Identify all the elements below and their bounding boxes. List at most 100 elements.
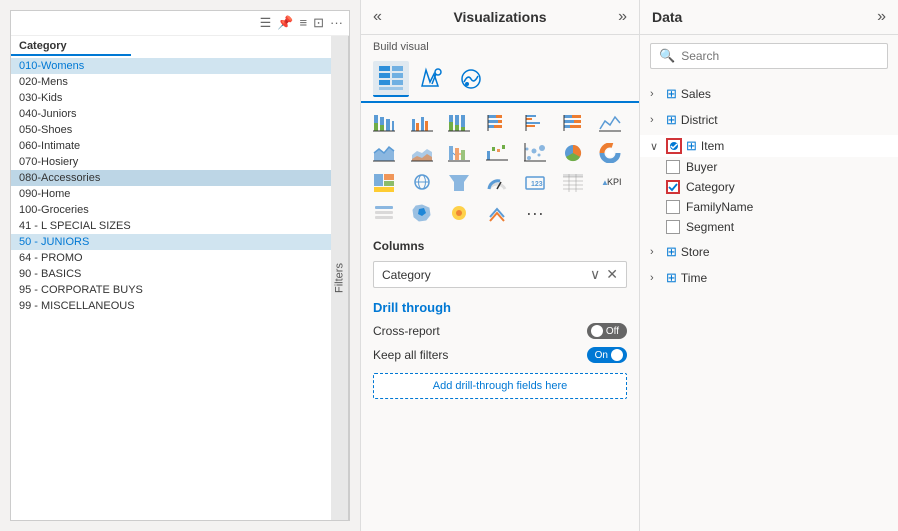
checkbox-familyname[interactable] xyxy=(666,200,680,214)
viz-icon-100-stacked-bar-h[interactable] xyxy=(558,109,588,137)
toolbar-pin-icon[interactable]: 📌 xyxy=(277,15,293,31)
keep-filters-row: Keep all filters On xyxy=(361,343,639,367)
tree-chevron-item: ∨ xyxy=(650,140,662,153)
viz-icon-arrow[interactable] xyxy=(482,199,512,227)
category-item[interactable]: 100-Groceries xyxy=(11,202,331,218)
category-item[interactable]: 090-Home xyxy=(11,186,331,202)
item-checkbox-icon[interactable] xyxy=(666,138,682,154)
viz-category-field[interactable]: Category ∨ ✕ xyxy=(373,261,627,288)
drill-through-label: Drill through xyxy=(361,292,639,319)
viz-panel-title: Visualizations xyxy=(453,9,546,25)
viz-icon-pie[interactable] xyxy=(558,139,588,167)
data-panel-expand-arrow[interactable]: » xyxy=(877,8,886,26)
cross-report-label: Cross-report xyxy=(373,324,440,338)
tree-item-category[interactable]: Category xyxy=(660,177,898,197)
toolbar-expand-icon[interactable]: ⊡ xyxy=(313,15,324,31)
category-item[interactable]: 010-Womens xyxy=(11,58,331,74)
tree-item-familyname[interactable]: FamilyName xyxy=(660,197,898,217)
tree-item-segment[interactable]: Segment xyxy=(660,217,898,237)
checkbox-buyer[interactable] xyxy=(666,160,680,174)
viz-icon-stacked-bar-h[interactable] xyxy=(482,109,512,137)
viz-icon-treemap[interactable] xyxy=(369,169,399,197)
viz-icon-ribbon[interactable] xyxy=(444,139,474,167)
tree-icon-item: ⊞ xyxy=(686,138,697,154)
category-list[interactable]: Category 010-Womens020-Mens030-Kids040-J… xyxy=(11,36,331,520)
viz-icon-filled-map[interactable] xyxy=(407,199,437,227)
category-item[interactable]: 070-Hosiery xyxy=(11,154,331,170)
search-box[interactable]: 🔍 xyxy=(650,43,888,69)
toolbar-more-icon[interactable]: ··· xyxy=(330,15,343,31)
tree-section-sales: › ⊞ Sales xyxy=(640,81,898,107)
viz-field-dropdown[interactable]: ∨ xyxy=(590,266,600,283)
search-input[interactable] xyxy=(681,49,879,63)
viz-expand-arrow[interactable]: » xyxy=(618,8,627,26)
tree-header-sales[interactable]: › ⊞ Sales xyxy=(640,83,898,105)
tree-header-district[interactable]: › ⊞ District xyxy=(640,109,898,131)
viz-collapse-arrow[interactable]: « xyxy=(373,8,382,26)
viz-icon-scatter[interactable] xyxy=(520,139,550,167)
viz-icon-donut[interactable] xyxy=(595,139,625,167)
label-category: Category xyxy=(686,180,735,194)
category-item[interactable]: 95 - CORPORATE BUYS xyxy=(11,282,331,298)
viz-icon-funnel[interactable] xyxy=(444,169,474,197)
category-header: Category xyxy=(11,36,131,56)
viz-icon-kpi[interactable]: ▲KPI xyxy=(595,169,625,197)
viz-icon-format[interactable] xyxy=(413,61,449,97)
toolbar-menu-icon[interactable]: ☰ xyxy=(260,15,272,31)
viz-icon-matrix[interactable] xyxy=(558,169,588,197)
viz-icon-clustered-bar[interactable] xyxy=(407,109,437,137)
viz-icon-stacked-bar[interactable] xyxy=(369,109,399,137)
viz-icon-line[interactable] xyxy=(595,109,625,137)
category-item[interactable]: 90 - BASICS xyxy=(11,266,331,282)
category-item[interactable]: 50 - JUNIORS xyxy=(11,234,331,250)
viz-category-text: Category xyxy=(382,268,431,282)
category-item[interactable]: 64 - PROMO xyxy=(11,250,331,266)
tree-header-item[interactable]: ∨ ⊞ Item xyxy=(640,135,898,157)
viz-icon-map[interactable] xyxy=(407,169,437,197)
viz-icon-more-visuals[interactable]: ··· xyxy=(520,199,550,227)
viz-icon-100-stacked-bar[interactable] xyxy=(444,109,474,137)
tree-header-time[interactable]: › ⊞ Time xyxy=(640,267,898,289)
cross-report-toggle[interactable]: Off xyxy=(587,323,627,339)
viz-icon-slicer[interactable] xyxy=(369,199,399,227)
category-item[interactable]: 99 - MISCELLANEOUS xyxy=(11,298,331,314)
cross-report-row: Cross-report Off xyxy=(361,319,639,343)
category-item[interactable]: 030-Kids xyxy=(11,90,331,106)
tree-item-buyer[interactable]: Buyer xyxy=(660,157,898,177)
filters-tab[interactable]: Filters xyxy=(331,36,349,520)
visual-container: ☰ 📌 ≡ ⊡ ··· Category 010-Womens020-Mens0… xyxy=(10,10,350,521)
viz-icon-clustered-bar-h[interactable] xyxy=(520,109,550,137)
keep-filters-toggle[interactable]: On xyxy=(587,347,627,363)
tree-chevron-sales: › xyxy=(650,88,662,100)
viz-icon-waterfall[interactable] xyxy=(482,139,512,167)
viz-icon-gauge[interactable] xyxy=(482,169,512,197)
viz-panel: « Visualizations » Build visual xyxy=(360,0,640,531)
tree-label-store: Store xyxy=(681,245,710,259)
viz-field-remove[interactable]: ✕ xyxy=(606,266,618,283)
checkbox-category[interactable] xyxy=(666,180,680,194)
visual-content: Category 010-Womens020-Mens030-Kids040-J… xyxy=(11,36,349,520)
viz-icon-shape-map[interactable] xyxy=(444,199,474,227)
category-item[interactable]: 040-Juniors xyxy=(11,106,331,122)
category-item[interactable]: 060-Intimate xyxy=(11,138,331,154)
toggle-circle-off xyxy=(591,325,603,337)
checkbox-segment[interactable] xyxy=(666,220,680,234)
tree-header-store[interactable]: › ⊞ Store xyxy=(640,241,898,263)
data-tree: › ⊞ Sales › ⊞ District ∨ ⊞ Item xyxy=(640,77,898,531)
viz-columns-label: Columns xyxy=(361,233,639,257)
add-drillthrough-btn[interactable]: Add drill-through fields here xyxy=(373,373,627,399)
viz-icon-analytics[interactable] xyxy=(453,61,489,97)
toggle-off-label: Off xyxy=(606,326,619,337)
viz-icon-area[interactable] xyxy=(369,139,399,167)
viz-icon-stacked-area[interactable] xyxy=(407,139,437,167)
toolbar-filter-icon[interactable]: ≡ xyxy=(300,15,308,31)
viz-icon-fields[interactable] xyxy=(373,61,409,97)
tree-icon-time: ⊞ xyxy=(666,270,677,286)
tree-section-item: ∨ ⊞ Item Buyer Catego xyxy=(640,133,898,239)
viz-panel-header: « Visualizations » xyxy=(361,0,639,35)
category-item[interactable]: 050-Shoes xyxy=(11,122,331,138)
category-item[interactable]: 080-Accessories xyxy=(11,170,331,186)
category-item[interactable]: 41 - L SPECIAL SIZES xyxy=(11,218,331,234)
viz-icon-card[interactable]: 123 xyxy=(520,169,550,197)
category-item[interactable]: 020-Mens xyxy=(11,74,331,90)
